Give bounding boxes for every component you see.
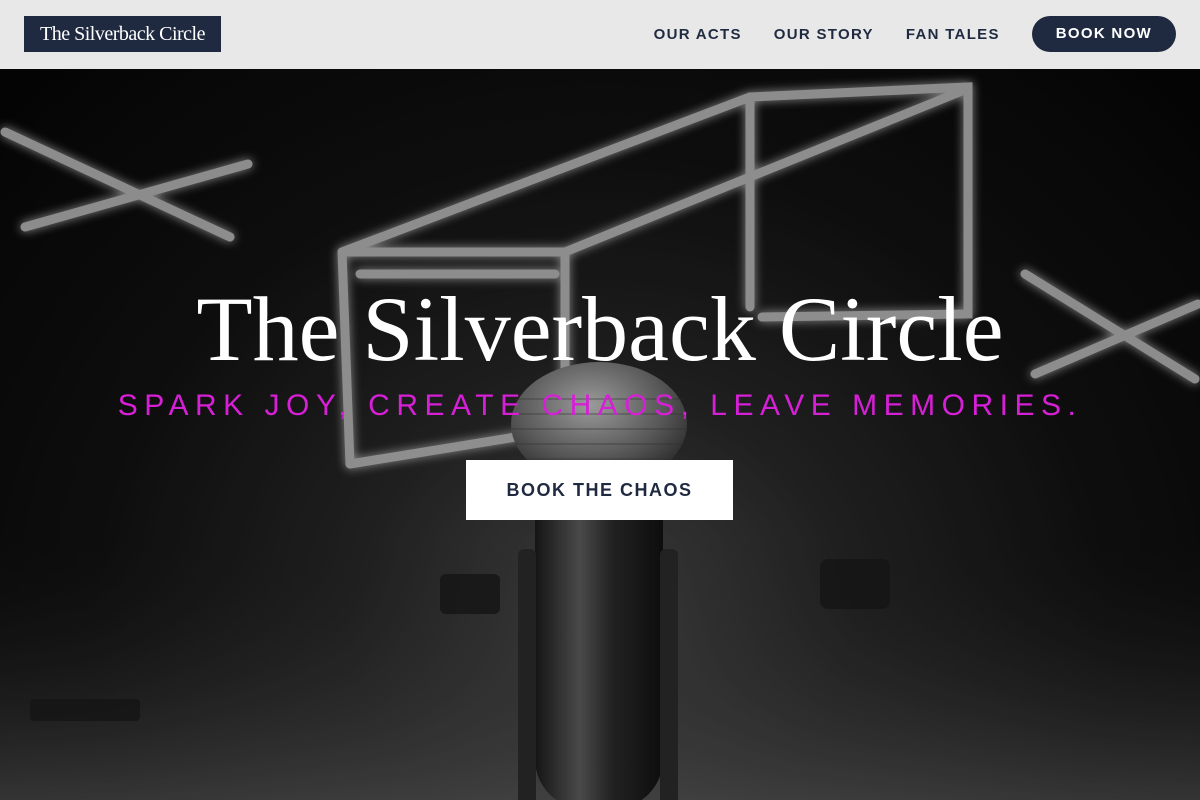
nav-link-our-story[interactable]: OUR STORY [774, 26, 874, 43]
hero-title: The Silverback Circle [196, 278, 1004, 380]
nav-link-our-acts[interactable]: OUR ACTS [654, 26, 742, 43]
top-navbar: The Silverback Circle OUR ACTS OUR STORY… [0, 0, 1200, 69]
nav-menu: OUR ACTS OUR STORY FAN TALES BOOK NOW [654, 16, 1176, 52]
hero-dark-overlay [0, 69, 1200, 800]
hero-section: The Silverback Circle SPARK JOY, CREATE … [0, 69, 1200, 800]
hero-tagline: SPARK JOY, CREATE CHAOS, LEAVE MEMORIES. [117, 389, 1083, 422]
brand-logo[interactable]: The Silverback Circle [24, 16, 221, 52]
book-the-chaos-button[interactable]: BOOK THE CHAOS [466, 460, 733, 520]
nav-link-fan-tales[interactable]: FAN TALES [906, 26, 1000, 43]
book-now-button[interactable]: BOOK NOW [1031, 16, 1176, 52]
